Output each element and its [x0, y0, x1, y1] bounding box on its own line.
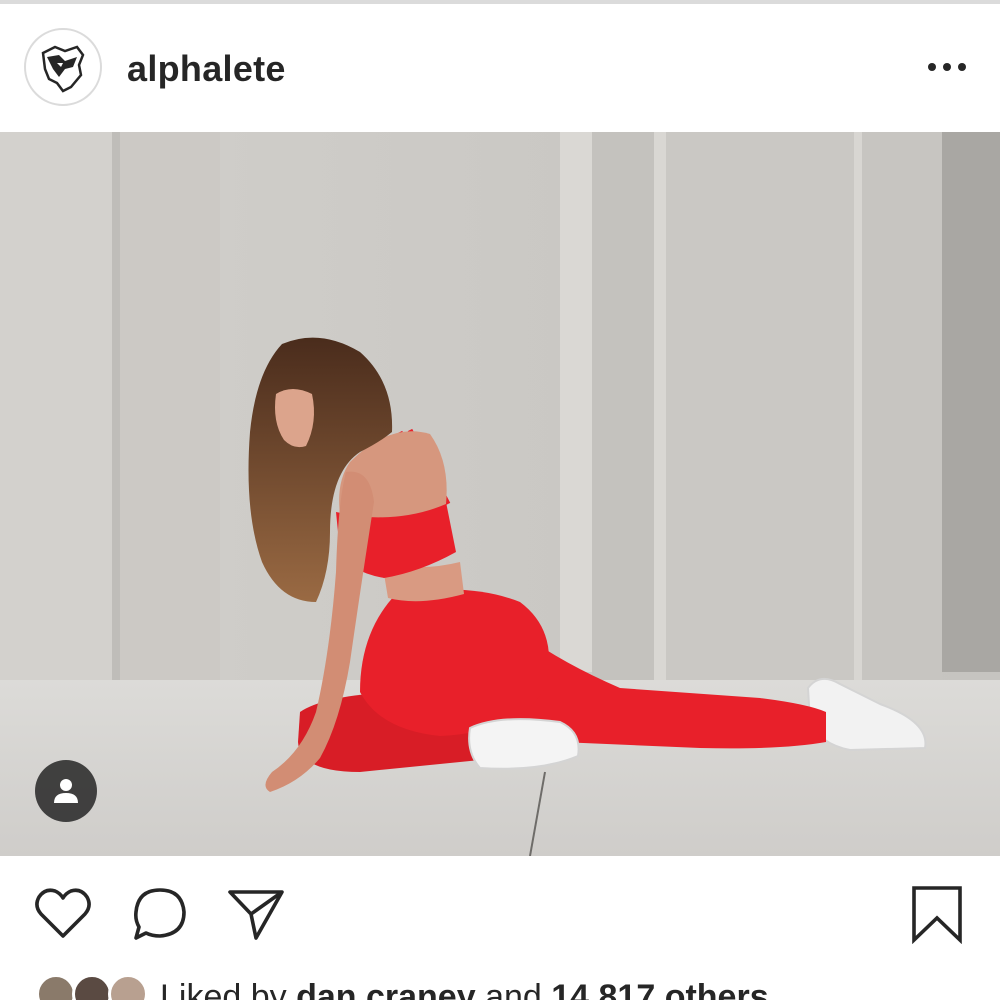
post-photo-image [0, 132, 1000, 856]
liked-by-middle: and [475, 978, 552, 1000]
heart-icon [35, 888, 91, 938]
profile-avatar[interactable] [24, 28, 102, 106]
user-tag-button[interactable] [35, 760, 97, 822]
liked-by-prefix: Liked by [160, 978, 297, 1000]
share-button[interactable] [226, 884, 286, 944]
avatar [72, 974, 112, 1000]
post-username[interactable]: alphalete [127, 48, 286, 90]
like-button[interactable] [33, 884, 93, 944]
post-header: alphalete [0, 4, 1000, 132]
paper-plane-icon [228, 890, 284, 940]
liked-by-user-link[interactable]: dan.craney [296, 978, 476, 1000]
dot [943, 63, 951, 71]
save-button[interactable] [908, 884, 966, 945]
liked-by-others-link[interactable]: 14,817 others [551, 978, 768, 1000]
comment-bubble-icon [134, 888, 186, 940]
more-options-icon[interactable] [928, 62, 966, 72]
post-photo[interactable] [0, 132, 1000, 856]
bookmark-icon [912, 886, 962, 945]
dot [928, 63, 936, 71]
avatar [36, 974, 76, 1000]
liker-avatars[interactable] [36, 974, 148, 1000]
comment-button[interactable] [130, 884, 190, 944]
wolf-logo-icon [41, 45, 85, 93]
action-bar [0, 856, 1000, 966]
likes-row: Liked by dan.craney and 14,817 others [0, 966, 1000, 1000]
liked-by-text: Liked by dan.craney and 14,817 others [160, 978, 769, 1000]
dot [958, 63, 966, 71]
avatar [108, 974, 148, 1000]
user-tag-icon [54, 779, 78, 803]
